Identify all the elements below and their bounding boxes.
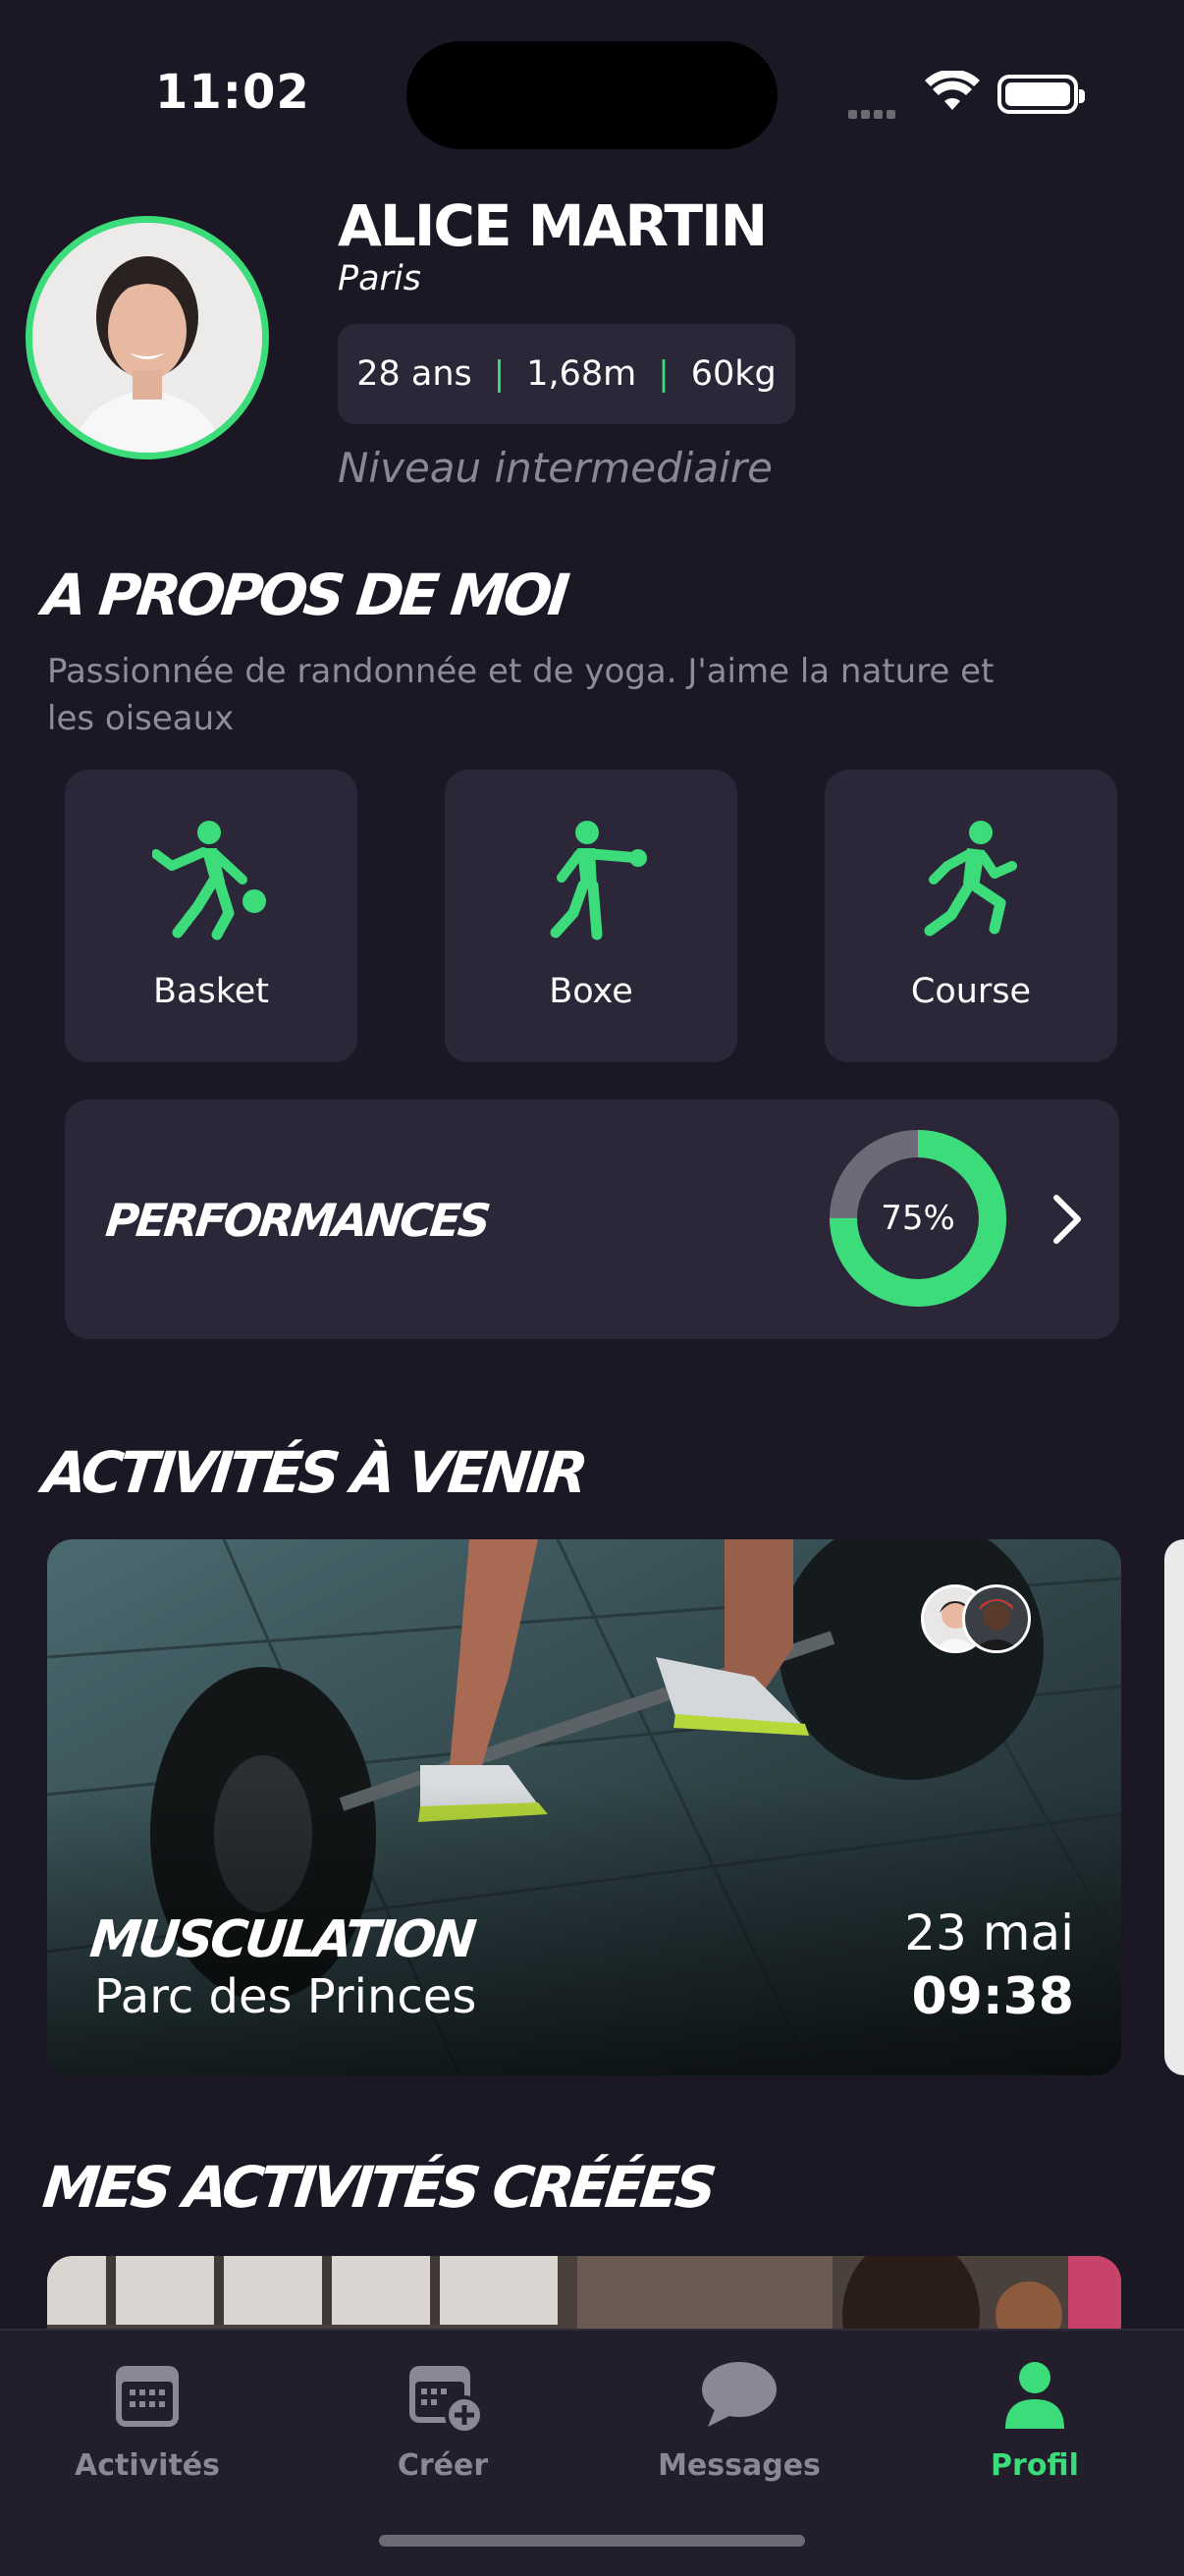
- avatar-portrait: [32, 223, 262, 453]
- activity-time: 09:38: [911, 1967, 1074, 2026]
- wifi-icon: [925, 71, 980, 110]
- created-title: MES ACTIVITÉS CRÉÉES: [39, 2154, 717, 2221]
- profile-avatar[interactable]: [26, 216, 269, 459]
- cellular-signal-icon: [848, 104, 907, 119]
- tab-label: Activités: [74, 2448, 220, 2483]
- activity-date: 23 mai: [904, 1905, 1074, 1961]
- runner-icon: [924, 821, 1017, 937]
- activity-card[interactable]: MUSCULATION Parc des Princes 23 mai 09:3…: [47, 1539, 1121, 2075]
- profile-height: 1,68m: [526, 354, 637, 394]
- profile-name: ALICE MARTIN: [338, 192, 768, 259]
- tab-creer[interactable]: Créer: [345, 2356, 541, 2483]
- battery-icon: [997, 75, 1085, 114]
- stat-separator: |: [658, 354, 670, 394]
- basketball-player-icon: [152, 821, 266, 940]
- tab-label: Profil: [991, 2448, 1079, 2483]
- profile-stats: 28 ans | 1,68m | 60kg: [338, 324, 795, 424]
- chat-bubble-icon: [702, 2362, 777, 2427]
- profile-level: Niveau intermediaire: [338, 444, 773, 492]
- tab-messages[interactable]: Messages: [641, 2356, 837, 2483]
- activity-title: MUSCULATION: [86, 1910, 476, 1969]
- tab-profil[interactable]: Profil: [937, 2356, 1133, 2483]
- calendar-icon: [116, 2366, 179, 2427]
- tab-activites[interactable]: Activités: [49, 2356, 245, 2483]
- sport-card-boxe[interactable]: Boxe: [445, 770, 737, 1062]
- next-activity-card-peek[interactable]: [1164, 1539, 1184, 2075]
- sport-label: Boxe: [549, 972, 633, 1011]
- boxing-figure-icon: [550, 821, 647, 940]
- performances-title: PERFORMANCES: [103, 1194, 491, 1247]
- activity-place: Parc des Princes: [94, 1969, 477, 2024]
- profile-weight: 60kg: [690, 354, 777, 394]
- about-bio: Passionnée de randonnée et de yoga. J'ai…: [47, 652, 995, 738]
- performances-card[interactable]: PERFORMANCES 75%: [65, 1100, 1119, 1339]
- tab-label: Messages: [658, 2448, 821, 2483]
- person-icon: [1005, 2362, 1064, 2429]
- about-title: A PROPOS DE MOI: [39, 562, 569, 628]
- dynamic-island: [406, 41, 778, 149]
- participant-avatar: [962, 1584, 1031, 1653]
- chevron-right-icon[interactable]: [1047, 1192, 1086, 1247]
- sport-label: Basket: [153, 972, 269, 1011]
- status-time: 11:02: [155, 65, 310, 120]
- profile-age: 28 ans: [356, 354, 472, 394]
- performance-percent: 75%: [881, 1199, 955, 1238]
- calendar-add-icon: [409, 2366, 482, 2435]
- stat-separator: |: [493, 354, 506, 394]
- profile-city: Paris: [338, 259, 421, 298]
- upcoming-title: ACTIVITÉS À VENIR: [39, 1439, 588, 1506]
- tab-label: Créer: [397, 2448, 489, 2483]
- sport-card-basket[interactable]: Basket: [65, 770, 357, 1062]
- sport-label: Course: [910, 972, 1032, 1011]
- home-indicator[interactable]: [379, 2535, 805, 2547]
- sport-card-course[interactable]: Course: [825, 770, 1117, 1062]
